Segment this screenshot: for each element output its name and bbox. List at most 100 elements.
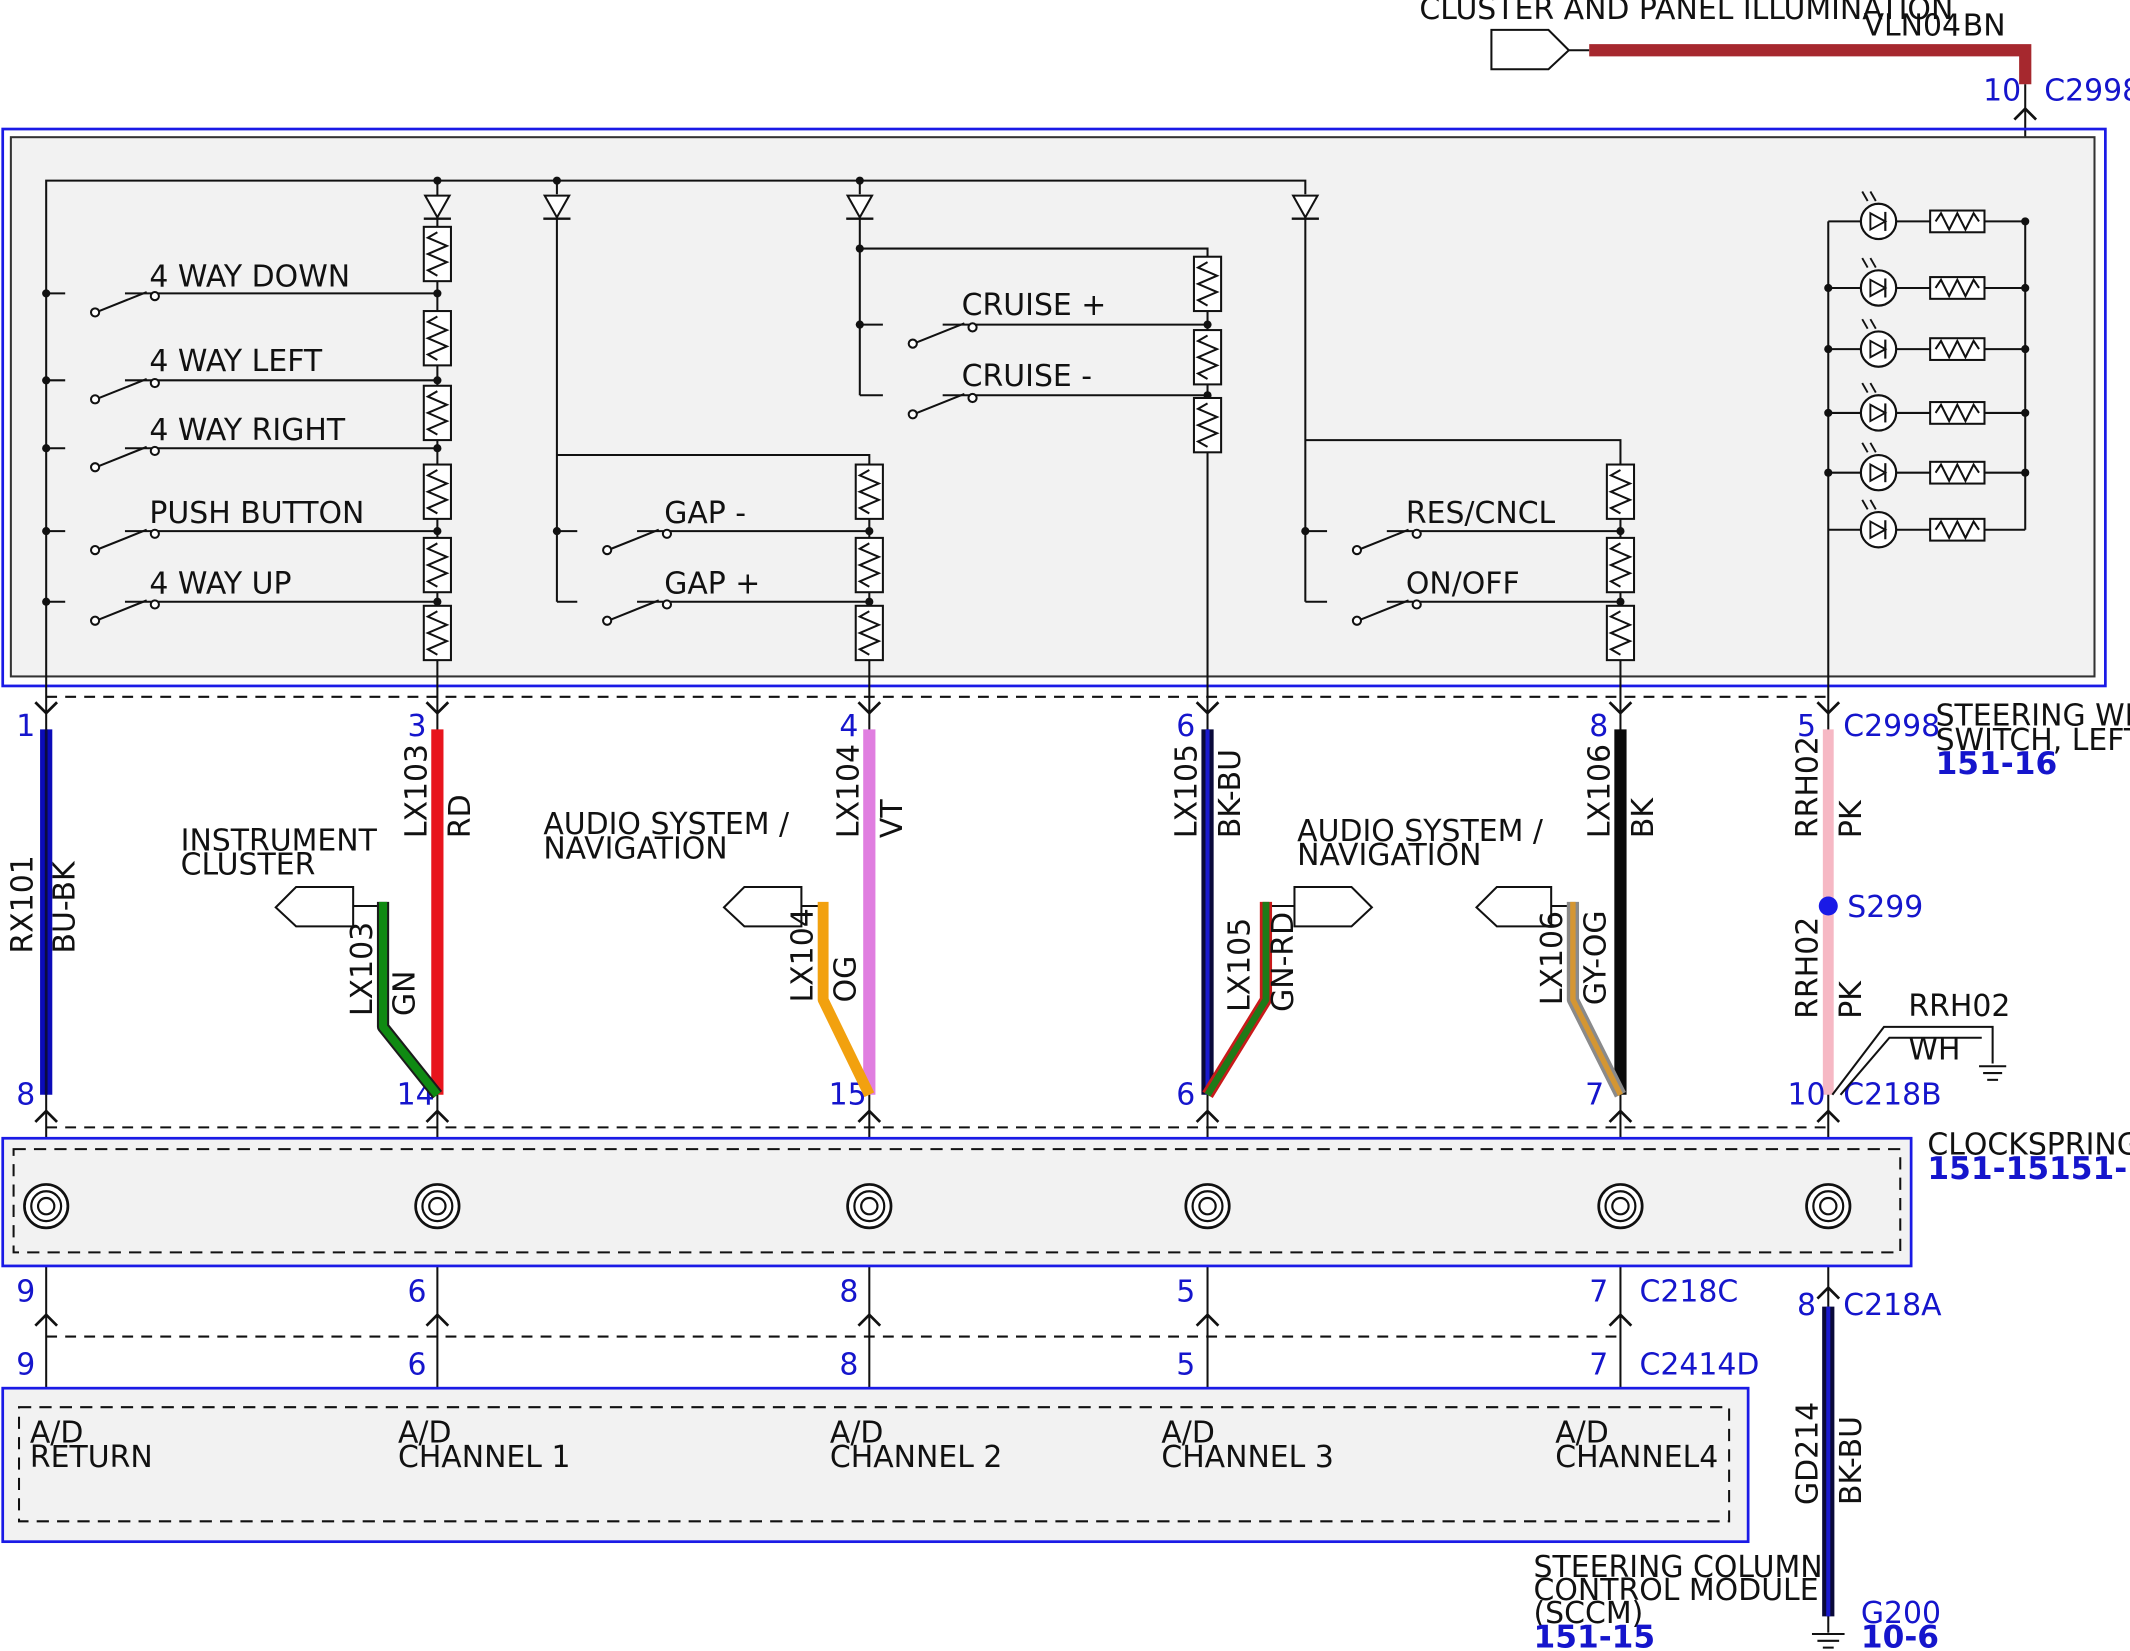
pin-top-3: 3: [407, 709, 426, 744]
audio-2-label-2: NAVIGATION: [1297, 838, 1481, 873]
c2414d-pin: 6: [407, 1348, 426, 1383]
illumination-wire: [1589, 44, 2032, 85]
sccm-ref: 151-15: [1534, 1620, 1656, 1651]
branch-circuit-lx106: LX106: [1535, 911, 1570, 1005]
instrument-cluster-connector: [274, 885, 355, 928]
resistor-icon: [1192, 329, 1223, 386]
wire-color-rrh02-upper: PK: [1834, 799, 1869, 838]
connector-c218c-label: C218C: [1639, 1274, 1738, 1309]
resistor-icon: [1192, 396, 1223, 454]
c218c-pin: 8: [839, 1274, 858, 1309]
wire-circuit-rx101: RX101: [6, 855, 41, 953]
wire-circuit-rrh02-lower: RRH02: [1790, 917, 1825, 1019]
wire-color-lx103: RD: [443, 794, 478, 838]
switch-label-4-way-right: 4 WAY RIGHT: [149, 413, 345, 448]
pin-bottom-6: 6: [1176, 1077, 1195, 1112]
resistor-icon: [1605, 463, 1636, 520]
resistor-icon: [1929, 517, 1986, 542]
switch-label-cruise-minus: CRUISE -: [962, 359, 1092, 394]
clockspring-coil-icon: [414, 1183, 461, 1230]
wiring-diagram: CLUSTER AND PANEL ILLUMINATION VLN04 BN …: [1, 0, 2130, 1651]
ground-icon: [1811, 1633, 1845, 1649]
c218a-pin: 8: [1797, 1288, 1816, 1323]
switch-label-gap-plus: GAP +: [664, 567, 760, 602]
c2414d-pin: 5: [1176, 1348, 1195, 1383]
sccm-channel-return-2: RETURN: [30, 1440, 153, 1475]
wire-color-rrh02-lower: PK: [1834, 980, 1869, 1019]
wire-color-lx105: BK-BU: [1213, 749, 1248, 838]
clockspring-coil-icon: [846, 1183, 893, 1230]
branch-color-gy-og: GY-OG: [1579, 910, 1614, 1005]
switch-label-4-way-up: 4 WAY UP: [149, 567, 291, 602]
ground-ref: 10-6: [1861, 1620, 1939, 1651]
harness-leads: [45, 685, 1830, 1408]
branch-color-og: OG: [829, 956, 864, 1003]
resistor-icon: [1929, 337, 1986, 361]
illumination-circuit: VLN04: [1864, 8, 1961, 43]
c218c-pin: 6: [407, 1274, 426, 1309]
wire-circuit-lx103: LX103: [400, 744, 435, 838]
wire-color-lx104: VT: [875, 799, 910, 838]
switch-module-ref: 151-16: [1936, 746, 2058, 782]
wire-circuit-lx104: LX104: [831, 744, 866, 838]
illumination-pin: 10: [1983, 74, 2021, 109]
resistor-icon: [422, 384, 452, 442]
switch-label-res-cncl: RES/CNCL: [1406, 496, 1556, 531]
c2414d-pin: 7: [1589, 1348, 1608, 1383]
sccm-channel-2-b: CHANNEL 2: [830, 1440, 1002, 1475]
resistor-icon: [1605, 604, 1636, 662]
splice-label: S299: [1847, 890, 1923, 925]
clockspring-coil-icon: [1184, 1183, 1231, 1230]
pin-top-6: 6: [1176, 709, 1195, 744]
resistor-icon: [1929, 460, 1986, 485]
clockspring-coil-icon: [23, 1183, 70, 1230]
illumination-connector: C2998: [2044, 74, 2130, 109]
clockspring-coil-icon: [1597, 1183, 1644, 1230]
illumination-source-connector: [1490, 28, 1571, 71]
sccm-channel-3-b: CHANNEL 3: [1161, 1440, 1333, 1475]
switch-module-inner: [9, 136, 2096, 678]
branch-circuit-lx105: LX105: [1223, 918, 1258, 1012]
c2414d-pin: 9: [16, 1348, 35, 1383]
audio-1-label-2: NAVIGATION: [543, 831, 727, 866]
resistor-icon: [422, 536, 452, 594]
resistor-icon: [422, 463, 452, 520]
wire-color-lx106: BK: [1626, 797, 1661, 838]
switch-label-4-way-left: 4 WAY LEFT: [149, 344, 322, 379]
resistor-icon: [422, 310, 452, 367]
branch-circuit-lx103: LX103: [345, 922, 380, 1016]
connector-c218a-label: C218A: [1843, 1288, 1942, 1323]
sccm-channel-1-b: CHANNEL 1: [398, 1440, 570, 1475]
instrument-cluster-label-2: CLUSTER: [181, 848, 316, 883]
wire-circuit-lx106: LX106: [1583, 744, 1618, 838]
pin-bottom-8: 8: [16, 1077, 35, 1112]
resistor-icon: [854, 463, 884, 520]
switch-label-4-way-down: 4 WAY DOWN: [149, 260, 350, 295]
resistor-icon: [854, 604, 884, 662]
connector-c2998-label: C2998: [1843, 709, 1940, 744]
switch-label-push-button: PUSH BUTTON: [149, 496, 364, 531]
pin-bottom-7: 7: [1585, 1077, 1604, 1112]
c2414d-pin: 8: [839, 1348, 858, 1383]
wire-circuit-lx105: LX105: [1170, 744, 1205, 838]
c218c-pin: 5: [1176, 1274, 1195, 1309]
pin-top-1: 1: [16, 709, 35, 744]
resistor-icon: [1929, 401, 1986, 425]
wire-circuit-rrh02-upper: RRH02: [1790, 736, 1825, 838]
shield-color: WH: [1908, 1032, 1960, 1067]
splice-s299: [1818, 896, 1838, 916]
shield-circuit: RRH02: [1908, 989, 2010, 1024]
clockspring-coil-icon: [1805, 1183, 1852, 1230]
wire-color-rx101: BU-BK: [48, 860, 83, 954]
resistor-icon: [1192, 255, 1223, 313]
resistor-icon: [1929, 209, 1986, 234]
switch-label-on-off: ON/OFF: [1406, 567, 1520, 602]
resistor-icon: [854, 536, 884, 594]
c218c-pin: 7: [1589, 1274, 1608, 1309]
resistor-icon: [422, 604, 452, 662]
resistor-icon: [1605, 536, 1636, 594]
resistor-icon: [422, 225, 452, 283]
switch-label-cruise-plus: CRUISE +: [962, 288, 1107, 323]
branch-circuit-lx104: LX104: [785, 908, 820, 1002]
connector-c218b-label: C218B: [1843, 1077, 1941, 1112]
